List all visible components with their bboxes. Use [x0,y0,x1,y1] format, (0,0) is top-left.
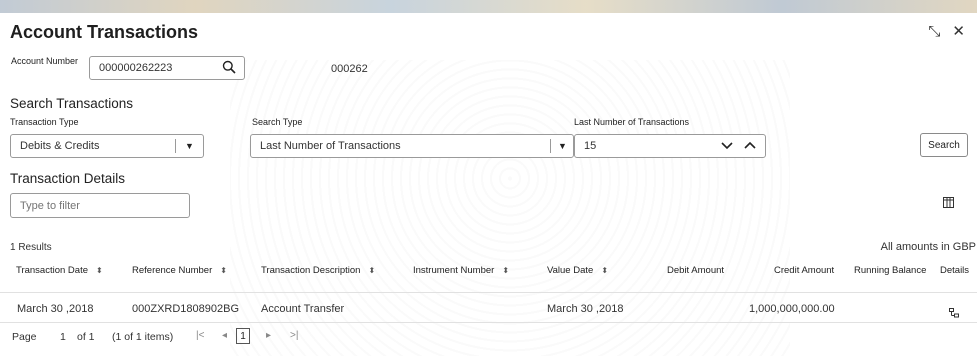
sort-icon[interactable]: ⬍ [96,266,103,275]
transaction-type-label: Transaction Type [10,117,79,127]
table-row-divider [0,292,977,293]
pager-total: of 1 [77,331,95,343]
cell-description: Account Transfer [261,303,345,315]
table-row-divider [0,322,977,323]
column-header-instrument-number[interactable]: Instrument Number ⬍ [413,256,509,284]
column-label: Reference Number [132,264,213,276]
collapse-icon[interactable]: ⤡ [928,24,940,40]
column-label: Value Date [547,264,594,276]
pager-current-page[interactable]: 1 [60,331,66,343]
details-icon[interactable] [949,305,959,323]
pager-summary: (1 of 1 items) [112,331,174,343]
select-divider [550,139,551,153]
last-number-stepper[interactable]: 15 [574,134,766,158]
chevron-down-icon[interactable]: ▼ [185,141,194,151]
last-number-value: 15 [584,140,597,152]
increment-icon[interactable] [744,138,756,155]
window-controls: ⤡ ✕ [928,24,965,40]
search-transactions-heading: Search Transactions [10,96,134,111]
sort-icon[interactable]: ⬍ [368,266,375,275]
page-number-button[interactable]: 1 [236,328,250,344]
search-button[interactable]: Search [920,133,968,157]
previous-page-icon[interactable]: ◂ [222,330,227,341]
transaction-type-value: Debits & Credits [20,140,100,152]
last-page-icon[interactable]: >| [290,330,298,341]
column-header-value-date[interactable]: Value Date ⬍ [547,256,608,284]
page-title: Account Transactions [10,22,199,42]
sort-icon[interactable]: ⬍ [220,266,227,275]
cell-credit-amount: 1,000,000,000.00 [749,303,835,315]
sort-icon[interactable]: ⬍ [502,266,509,275]
column-label: Instrument Number [413,264,495,276]
chevron-down-icon[interactable]: ▼ [558,141,567,151]
account-number-value: 000000262223 [99,62,173,74]
pager-label: Page [12,331,37,343]
first-page-icon[interactable]: |< [196,330,204,341]
branch-code: 000262 [331,63,368,75]
account-number-input[interactable]: 000000262223 [89,56,245,80]
currency-note: All amounts in GBP [880,241,976,253]
cell-transaction-date: March 30 ,2018 [17,303,94,315]
close-icon[interactable]: ✕ [952,24,965,40]
transaction-details-heading: Transaction Details [10,171,126,186]
cell-reference-number: 000ZXRD1808902BG [132,303,240,315]
column-header-transaction-description[interactable]: Transaction Description ⬍ [261,256,375,284]
column-header-reference-number[interactable]: Reference Number ⬍ [132,256,227,284]
column-label: Transaction Date [16,264,88,276]
last-number-label: Last Number of Transactions [574,117,690,127]
column-label: Transaction Description [261,264,361,276]
columns-icon[interactable] [943,195,954,213]
next-page-icon[interactable]: ▸ [266,330,271,341]
results-count: 1 Results [10,242,52,253]
search-type-value: Last Number of Transactions [260,140,401,152]
search-type-label: Search Type [252,117,303,127]
select-divider [175,139,176,153]
column-header-credit-amount: Credit Amount [774,264,835,276]
column-header-debit-amount: Debit Amount [667,264,725,276]
column-header-transaction-date[interactable]: Transaction Date ⬍ [16,256,103,284]
cell-value-date: March 30 ,2018 [547,303,624,315]
search-type-select[interactable]: Last Number of Transactions [250,134,574,158]
decrement-icon[interactable] [721,138,733,155]
column-header-running-balance: Running Balance [854,264,927,276]
sort-icon[interactable]: ⬍ [601,266,608,275]
account-number-label: Account Number [11,56,79,66]
search-icon[interactable] [222,60,236,77]
header-banner [0,0,977,13]
filter-input[interactable] [10,193,190,218]
column-header-details: Details [940,264,970,276]
